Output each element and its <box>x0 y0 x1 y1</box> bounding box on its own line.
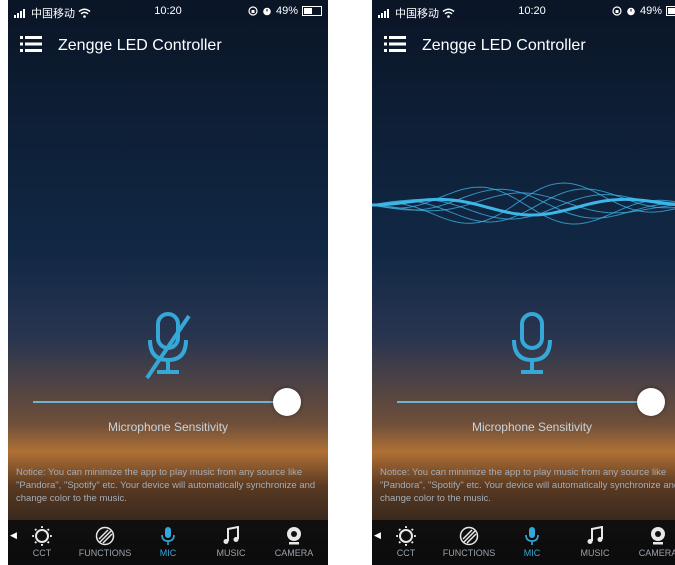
tab-music[interactable]: MUSIC <box>199 520 263 565</box>
tab-cct[interactable]: CCT <box>10 520 74 565</box>
tab-functions[interactable]: FUNCTIONS <box>437 520 501 565</box>
slider-thumb[interactable] <box>637 388 665 416</box>
lock-rotation-icon <box>612 6 622 16</box>
tab-music[interactable]: MUSIC <box>563 520 627 565</box>
alarm-icon <box>627 7 635 16</box>
mic-icon <box>161 527 175 545</box>
tab-label: MIC <box>523 548 541 558</box>
lock-rotation-icon <box>248 6 258 16</box>
music-note-icon <box>223 526 239 544</box>
status-bar: 中国移动 10:20 49% <box>8 0 328 22</box>
tab-cct[interactable]: CCT <box>374 520 438 565</box>
slider-track <box>397 401 651 403</box>
sun-icon <box>32 526 52 546</box>
sensitivity-slider[interactable] <box>397 388 667 416</box>
tab-bar: ◀ CCT FUNCTIONS MIC MUSIC CAMERA <box>372 520 675 565</box>
striped-circle-icon <box>95 526 115 546</box>
tab-label: FUNCTIONS <box>442 548 496 558</box>
app-header: Zengge LED Controller <box>8 26 328 66</box>
tab-functions[interactable]: FUNCTIONS <box>73 520 137 565</box>
app-header: Zengge LED Controller <box>372 26 675 66</box>
tab-label: CCT <box>32 548 52 558</box>
tab-bar: ◀ CCT FUNCTIONS MIC MUSIC CAMERA <box>8 520 328 565</box>
tab-label: CCT <box>396 548 416 558</box>
battery-fill <box>304 8 312 14</box>
tab-mic[interactable]: MIC <box>500 520 564 565</box>
notice-text: Notice: You can minimize the app to play… <box>380 467 675 504</box>
notice-text: Notice: You can minimize the app to play… <box>16 467 316 504</box>
tab-label: MUSIC <box>216 548 246 558</box>
app-title: Zengge LED Controller <box>58 37 222 54</box>
mic-muted-button[interactable] <box>143 312 193 382</box>
battery-percent: 49% <box>275 5 298 17</box>
slider-track <box>33 401 287 403</box>
battery-percent: 49% <box>639 5 662 17</box>
app-title: Zengge LED Controller <box>422 37 586 54</box>
tab-label: FUNCTIONS <box>78 548 132 558</box>
tab-label: MUSIC <box>580 548 610 558</box>
alarm-icon <box>263 7 271 16</box>
sun-icon <box>396 526 416 546</box>
tab-camera[interactable]: CAMERA <box>262 520 326 565</box>
tab-camera[interactable]: CAMERA <box>626 520 675 565</box>
phone-screen-active: 中国移动 10:20 49% Zengge LED Controller Mic… <box>372 0 675 565</box>
status-bar: 中国移动 10:20 49% <box>372 0 675 22</box>
sensitivity-slider[interactable] <box>33 388 303 416</box>
striped-circle-icon <box>459 526 479 546</box>
menu-list-icon[interactable] <box>384 34 406 54</box>
mic-active-button[interactable] <box>507 312 557 382</box>
tab-label: MIC <box>159 548 177 558</box>
mic-icon <box>525 527 539 545</box>
camera-icon <box>287 527 301 545</box>
phone-screen-muted: 中国移动 10:20 49% Zengge LED Controller Mic… <box>8 0 328 565</box>
sensitivity-label: Microphone Sensitivity <box>471 420 593 434</box>
battery-fill <box>668 8 675 14</box>
tab-label: CAMERA <box>274 548 314 558</box>
camera-icon <box>651 527 665 545</box>
tab-label: CAMERA <box>638 548 675 558</box>
sensitivity-label: Microphone Sensitivity <box>107 420 229 434</box>
sound-wave-visualizer <box>372 182 675 225</box>
menu-list-icon[interactable] <box>20 34 42 54</box>
music-note-icon <box>587 526 603 544</box>
battery-icon <box>302 6 322 16</box>
slider-thumb[interactable] <box>273 388 301 416</box>
tab-mic[interactable]: MIC <box>136 520 200 565</box>
battery-icon <box>666 6 675 16</box>
